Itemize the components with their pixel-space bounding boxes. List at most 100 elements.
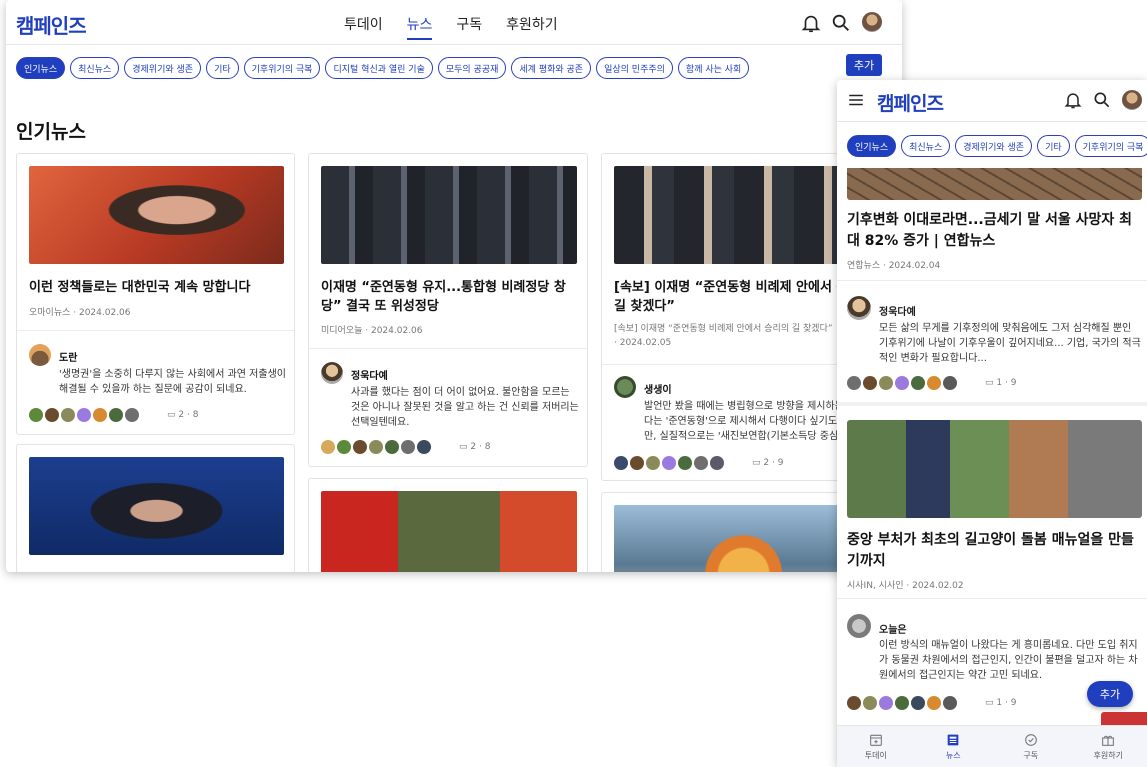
chip-popular[interactable]: 인기뉴스 [16, 57, 66, 79]
news-card[interactable]: 이런 정책들로는 대한민국 계속 망합니다 오마이뉴스 · 2024.02.06… [16, 153, 295, 435]
chip-society[interactable]: 함께 사는 사회 [677, 57, 750, 79]
menu-icon[interactable] [847, 91, 865, 109]
reactor-avatar [646, 456, 660, 470]
chip-climate[interactable]: 기후위기의 극복 [243, 57, 321, 79]
news-title[interactable]: 이재명 “준연동형 유지...통합형 비례정당 창당” 결국 또 위성정당 [321, 278, 579, 316]
reactor-avatar [369, 440, 383, 454]
reactor-avatar [630, 456, 644, 470]
divider [837, 280, 1147, 281]
comment-text: 사과를 했다는 점이 더 어이 없어요. 불안함을 모르는 것은 아니나 잘못된… [351, 387, 579, 428]
chip-other[interactable]: 기타 [206, 57, 239, 79]
reactor-avatar [911, 696, 925, 710]
main-nav: 투데이 뉴스 구독 후원하기 [344, 14, 558, 40]
divider [837, 598, 1147, 599]
chip-other[interactable]: 기타 [1037, 135, 1070, 157]
divider [837, 402, 1147, 406]
news-thumbnail[interactable] [29, 166, 284, 264]
commenter-name[interactable]: 정욱다예 [879, 303, 916, 318]
news-thumbnail[interactable] [847, 420, 1142, 518]
comment-icon: ▭ [459, 442, 468, 452]
tab-today[interactable]: 투데이 [837, 726, 915, 767]
reactor-avatar [77, 408, 91, 422]
reactor-avatars [847, 696, 957, 710]
bell-icon[interactable] [1063, 90, 1083, 110]
header: 캠페인즈 투데이 뉴스 구독 후원하기 [6, 0, 902, 45]
mobile-window: 캠페인즈 인기뉴스 최신뉴스 경제위기와 생존 기타 기후위기의 극복 기후변화… [837, 80, 1147, 767]
nav-donate[interactable]: 후원하기 [506, 14, 558, 40]
chip-commons[interactable]: 모두의 공공재 [437, 57, 507, 79]
search-icon[interactable] [1092, 90, 1112, 110]
reactor-avatar [895, 696, 909, 710]
commenter-avatar[interactable] [847, 296, 871, 320]
nav-subscribe[interactable]: 구독 [456, 14, 482, 40]
reactor-avatar [895, 376, 909, 390]
comment-like-stats: ▭ 1 · 9 [985, 378, 1016, 388]
reactor-avatar [847, 376, 861, 390]
chip-economy[interactable]: 경제위기와 생존 [124, 57, 202, 79]
chip-climate[interactable]: 기후위기의 극복 [1074, 135, 1147, 157]
brand-logo[interactable]: 캠페인즈 [877, 89, 944, 116]
news-thumbnail[interactable] [847, 168, 1142, 200]
commenter-name[interactable]: 도란 [59, 349, 77, 364]
tab-donate[interactable]: 후원하기 [1070, 726, 1147, 767]
chip-economy[interactable]: 경제위기와 생존 [955, 135, 1033, 157]
reactor-avatar [353, 440, 367, 454]
news-title[interactable]: 중앙 부처가 최초의 길고양이 돌봄 매뉴얼을 만들기까지 [847, 530, 1139, 572]
reactor-avatar [694, 456, 708, 470]
reactor-avatar [927, 696, 941, 710]
chip-digital[interactable]: 디지털 혁신과 열린 기술 [325, 57, 433, 79]
category-chips: 인기뉴스 최신뉴스 경제위기와 생존 기타 기후위기의 극복 디지털 혁신과 열… [16, 57, 750, 79]
search-icon[interactable] [830, 12, 852, 34]
news-card[interactable] [16, 444, 295, 572]
news-card[interactable]: 이재명 “준연동형 유지...통합형 비례정당 창당” 결국 또 위성정당 미디… [308, 153, 588, 467]
chip-peace[interactable]: 세계 평화와 공존 [511, 57, 592, 79]
add-category-button[interactable]: 추가 [846, 54, 882, 76]
commenter-avatar[interactable] [29, 344, 51, 366]
commenter-name[interactable]: 생생이 [644, 381, 672, 396]
news-thumbnail[interactable] [321, 491, 577, 572]
user-avatar[interactable] [1122, 90, 1142, 110]
reactor-avatar [401, 440, 415, 454]
bell-icon[interactable] [800, 12, 822, 34]
newspaper-icon [947, 734, 959, 746]
stats-count: 1 · 9 [996, 378, 1017, 388]
brand-logo[interactable]: 캠페인즈 [16, 10, 87, 39]
news-meta: 오마이뉴스 · 2024.02.06 [29, 308, 131, 318]
gift-icon [1102, 735, 1115, 746]
reactor-avatars [614, 456, 724, 470]
nav-today[interactable]: 투데이 [344, 14, 383, 40]
news-title[interactable]: 이런 정책들로는 대한민국 계속 망합니다 [29, 278, 284, 297]
reactor-avatar [321, 440, 335, 454]
tab-label: 구독 [1023, 751, 1039, 760]
comment-like-stats: ▭ 2 · 8 [459, 442, 490, 452]
tab-subscribe[interactable]: 구독 [992, 726, 1070, 767]
reactor-avatar [847, 696, 861, 710]
news-thumbnail[interactable] [321, 166, 577, 264]
commenter-avatar[interactable] [614, 376, 636, 398]
reactor-avatar [614, 456, 628, 470]
chip-latest[interactable]: 최신뉴스 [901, 135, 951, 157]
reactor-avatar [61, 408, 75, 422]
chip-popular[interactable]: 인기뉴스 [847, 135, 897, 157]
commenter-avatar[interactable] [847, 614, 871, 638]
news-card[interactable] [308, 478, 588, 572]
recaptcha-badge[interactable] [1101, 712, 1147, 726]
nav-news[interactable]: 뉴스 [406, 14, 433, 40]
tab-label: 후원하기 [1093, 751, 1123, 760]
add-fab-button[interactable]: 추가 [1087, 681, 1133, 707]
comment-icon: ▭ [167, 410, 176, 420]
commenter-name[interactable]: 정욱다예 [351, 367, 388, 382]
comment-icon: ▭ [985, 698, 994, 708]
chip-democracy[interactable]: 일상의 민주주의 [596, 57, 673, 79]
commenter-avatar[interactable] [321, 362, 343, 384]
tab-news[interactable]: 뉴스 [915, 726, 993, 767]
reactor-avatar [337, 440, 351, 454]
user-avatar[interactable] [862, 12, 882, 32]
mobile-header: 캠페인즈 [837, 80, 1147, 122]
tab-label: 투데이 [864, 751, 887, 760]
chip-latest[interactable]: 최신뉴스 [70, 57, 120, 79]
reactor-avatars [847, 376, 957, 390]
commenter-name[interactable]: 오늘은 [879, 621, 907, 636]
news-title[interactable]: 기후변화 이대로라면...금세기 말 서울 사망자 최대 82% 증가 | 연합… [847, 210, 1139, 252]
news-thumbnail[interactable] [29, 457, 284, 555]
